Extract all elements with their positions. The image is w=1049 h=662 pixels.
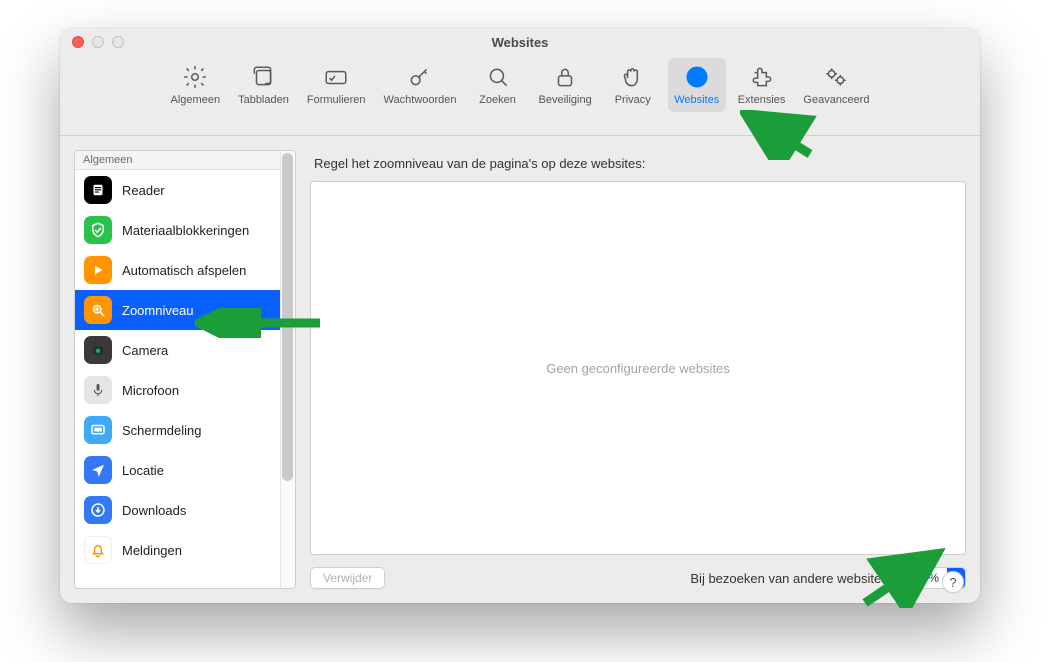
camera-icon	[84, 336, 112, 364]
shield-check-icon	[84, 216, 112, 244]
empty-list-text: Geen geconfigureerde websites	[546, 361, 730, 376]
sidebar-item-label: Automatisch afspelen	[122, 263, 246, 278]
sidebar-item-camera[interactable]: Camera	[75, 330, 295, 370]
microphone-icon	[84, 376, 112, 404]
toolbar-forms[interactable]: Formulieren	[301, 58, 372, 112]
toolbar-label: Formulieren	[307, 94, 366, 106]
sidebar-item-screenshare[interactable]: Schermdeling	[75, 410, 295, 450]
sidebar-item-label: Materiaalblokkeringen	[122, 223, 249, 238]
toolbar-label: Zoeken	[479, 94, 516, 106]
lock-icon	[552, 62, 578, 92]
preferences-window: Websites Algemeen Tabbladen	[60, 28, 980, 603]
toolbar-label: Extensies	[738, 94, 786, 106]
zoom-window-button[interactable]	[112, 36, 124, 48]
preferences-toolbar: Algemeen Tabbladen Formulieren	[60, 56, 980, 136]
sidebar-item-label: Downloads	[122, 503, 186, 518]
toolbar-label: Websites	[674, 94, 719, 106]
toolbar-label: Algemeen	[171, 94, 221, 106]
bell-icon	[84, 536, 112, 564]
minimize-window-button[interactable]	[92, 36, 104, 48]
sidebar-section-header: Algemeen	[75, 151, 295, 170]
autofill-icon	[323, 62, 349, 92]
sidebar-item-notifications[interactable]: Meldingen	[75, 530, 295, 570]
globe-icon	[684, 62, 710, 92]
gear-icon	[182, 62, 208, 92]
sidebar-item-reader[interactable]: Reader	[75, 170, 295, 210]
close-window-button[interactable]	[72, 36, 84, 48]
sidebar-item-label: Schermdeling	[122, 423, 202, 438]
toolbar-privacy[interactable]: Privacy	[604, 58, 662, 112]
sidebar-scroll-thumb[interactable]	[282, 153, 293, 481]
toolbar-label: Beveiliging	[539, 94, 592, 106]
play-icon	[84, 256, 112, 284]
toolbar-general[interactable]: Algemeen	[165, 58, 227, 112]
titlebar: Websites	[60, 28, 980, 56]
panel-description: Regel het zoomniveau van de pagina's op …	[310, 150, 966, 181]
default-zoom-label: Bij bezoeken van andere websites:	[690, 571, 891, 586]
help-button[interactable]: ?	[942, 571, 964, 593]
tabs-icon	[250, 62, 276, 92]
sidebar-item-label: Camera	[122, 343, 168, 358]
toolbar-label: Wachtwoorden	[384, 94, 457, 106]
sidebar-item-label: Reader	[122, 183, 165, 198]
toolbar-websites[interactable]: Websites	[668, 58, 726, 112]
search-icon	[485, 62, 511, 92]
location-icon	[84, 456, 112, 484]
screen-share-icon	[84, 416, 112, 444]
remove-button[interactable]: Verwijder	[310, 567, 385, 589]
sidebar-item-label: Zoomniveau	[122, 303, 194, 318]
sidebar-item-label: Meldingen	[122, 543, 182, 558]
toolbar-label: Privacy	[615, 94, 651, 106]
toolbar-search[interactable]: Zoeken	[469, 58, 527, 112]
toolbar-label: Tabbladen	[238, 94, 289, 106]
sidebar-item-label: Microfoon	[122, 383, 179, 398]
gears-icon	[823, 62, 849, 92]
toolbar-advanced[interactable]: Geavanceerd	[797, 58, 875, 112]
toolbar-tabs[interactable]: Tabbladen	[232, 58, 295, 112]
websites-zoom-panel: Regel het zoomniveau van de pagina's op …	[310, 150, 966, 589]
sidebar-scrollbar[interactable]	[280, 151, 295, 588]
toolbar-label: Geavanceerd	[803, 94, 869, 106]
traffic-lights[interactable]	[72, 36, 124, 48]
toolbar-passwords[interactable]: Wachtwoorden	[378, 58, 463, 112]
sidebar-item-autoplay[interactable]: Automatisch afspelen	[75, 250, 295, 290]
sidebar-item-downloads[interactable]: Downloads	[75, 490, 295, 530]
sidebar-item-location[interactable]: Locatie	[75, 450, 295, 490]
hand-icon	[620, 62, 646, 92]
zoom-icon	[84, 296, 112, 324]
sidebar-item-microphone[interactable]: Microfoon	[75, 370, 295, 410]
window-title: Websites	[492, 35, 549, 50]
toolbar-extensions[interactable]: Extensies	[732, 58, 792, 112]
configured-websites-list[interactable]: Geen geconfigureerde websites	[310, 181, 966, 555]
key-icon	[407, 62, 433, 92]
sidebar-item-label: Locatie	[122, 463, 164, 478]
sidebar-item-zoom[interactable]: Zoomniveau	[75, 290, 295, 330]
toolbar-security[interactable]: Beveiliging	[533, 58, 598, 112]
reader-icon	[84, 176, 112, 204]
puzzle-icon	[749, 62, 775, 92]
download-icon	[84, 496, 112, 524]
sidebar-item-content-blockers[interactable]: Materiaalblokkeringen	[75, 210, 295, 250]
help-label: ?	[949, 575, 956, 590]
sidebar: Algemeen Reader Materiaalblokkeringen	[74, 150, 296, 589]
